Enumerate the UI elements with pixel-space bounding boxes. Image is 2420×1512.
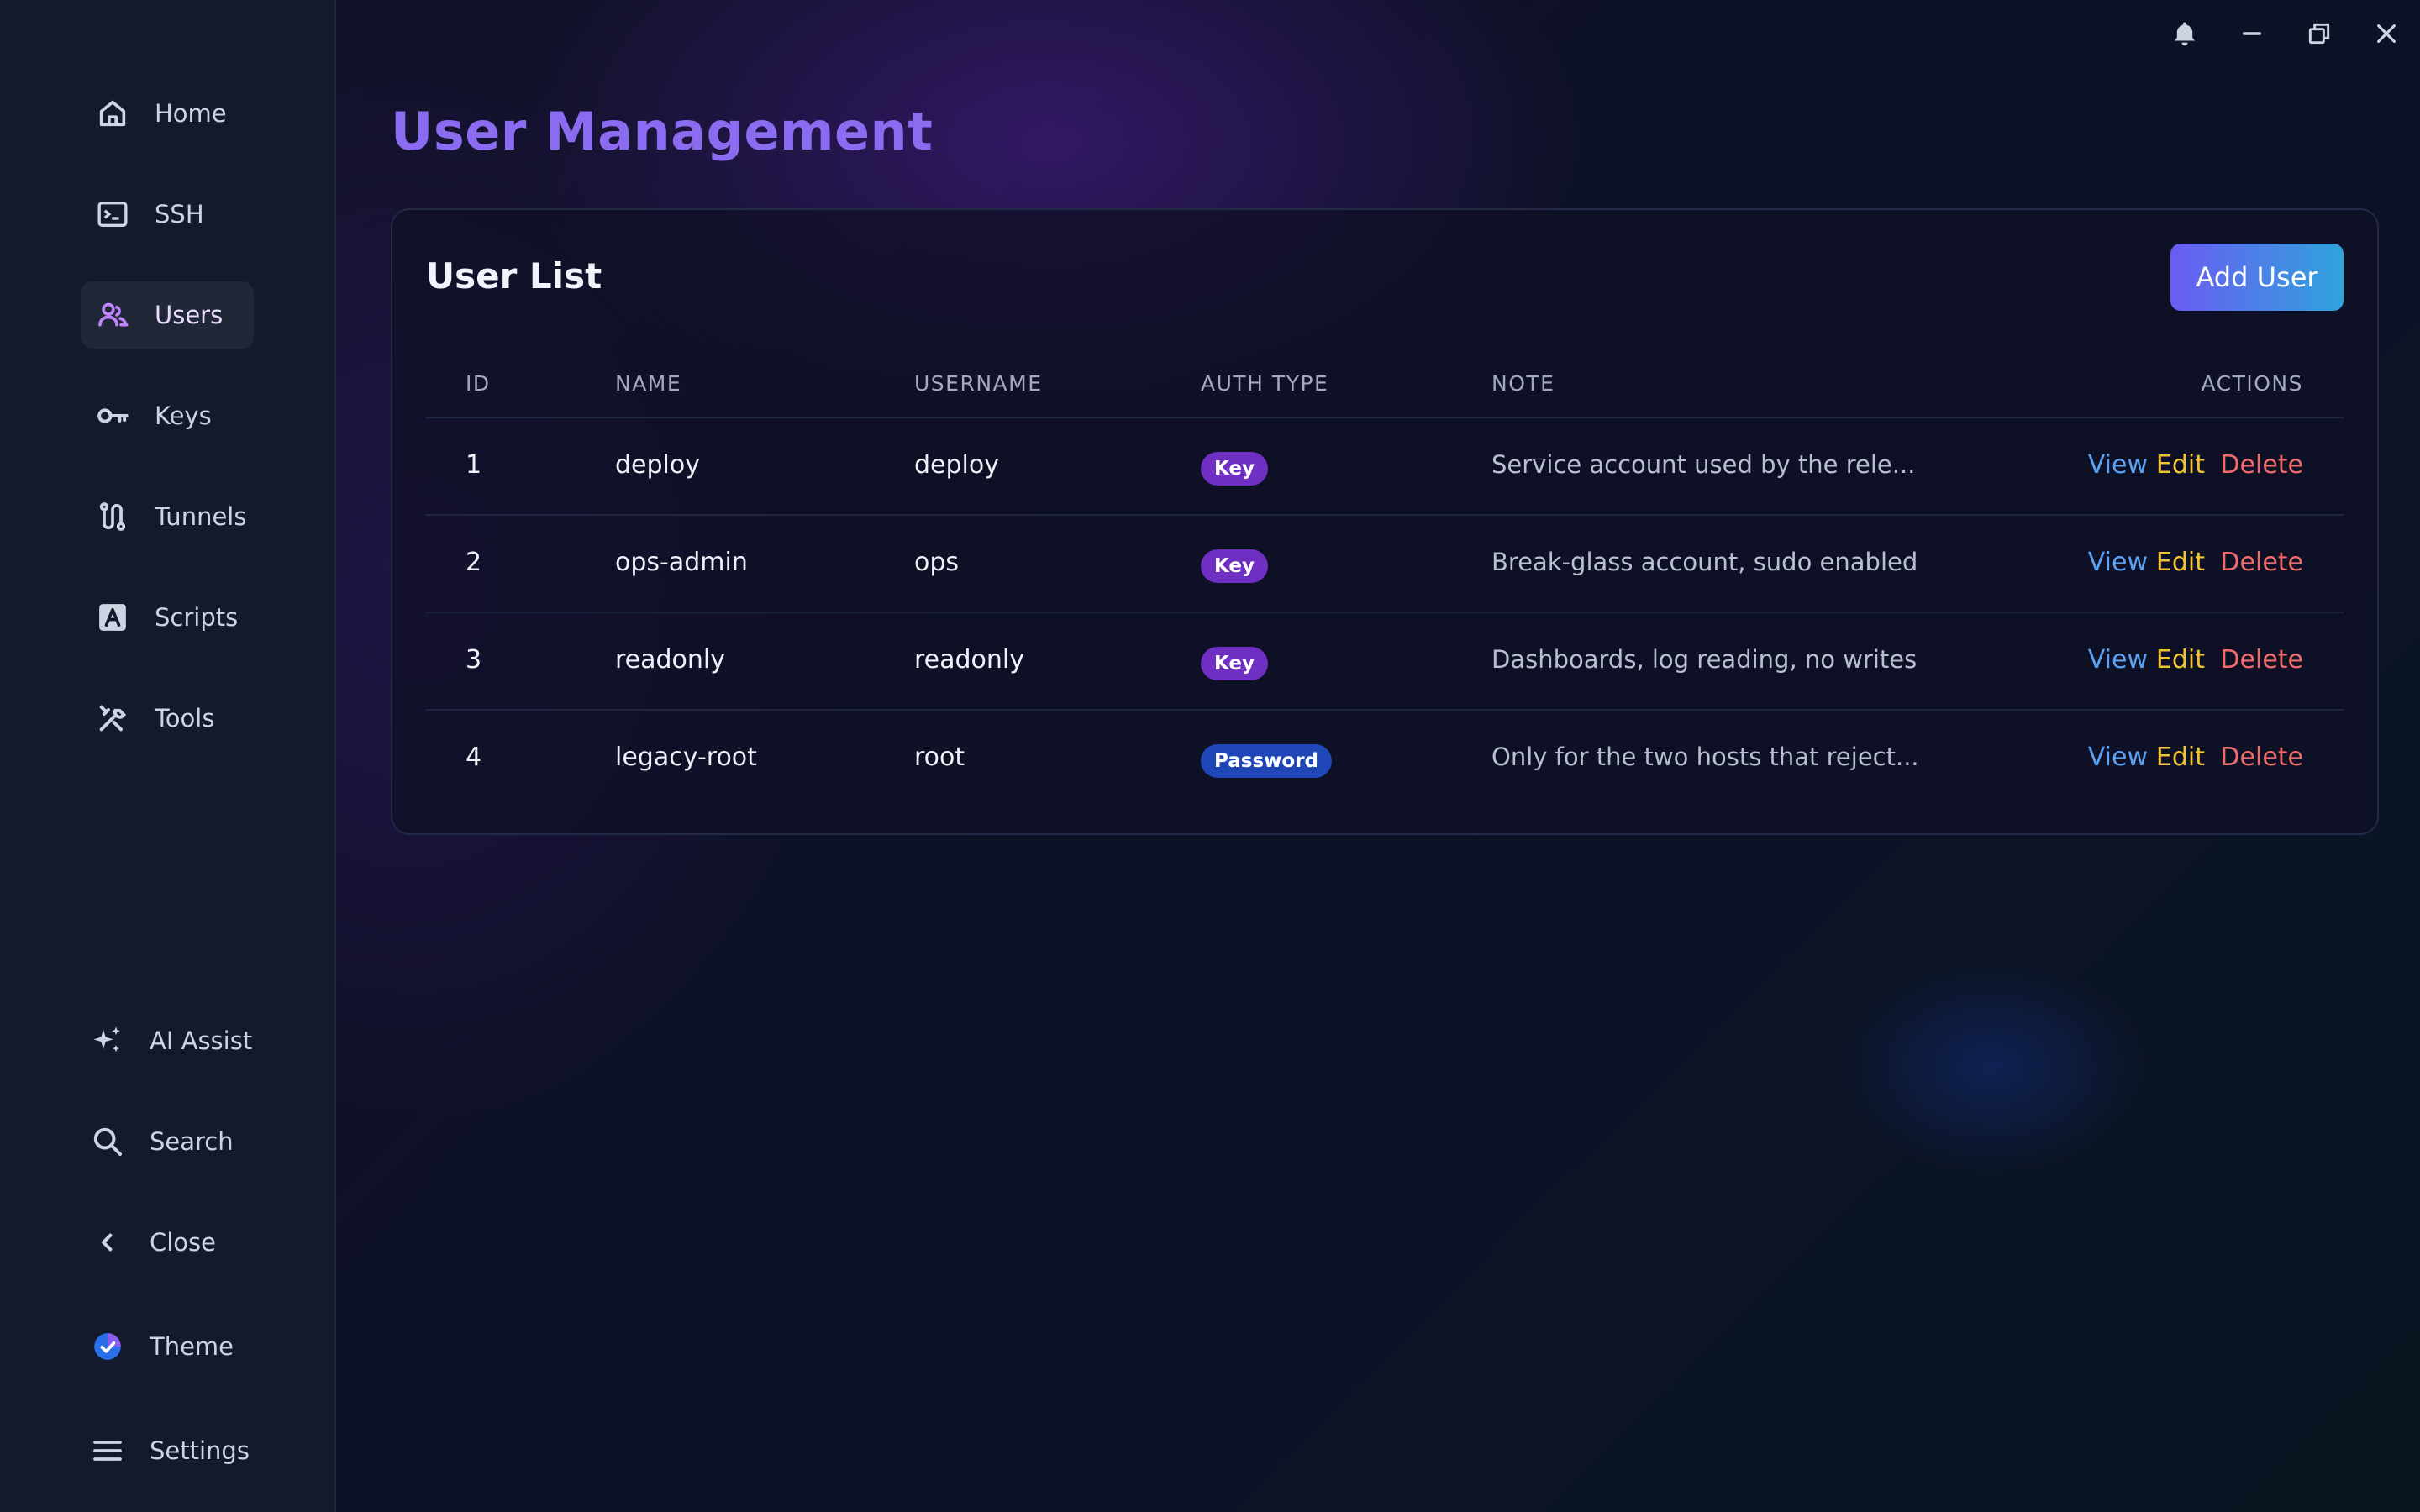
edit-link[interactable]: Edit <box>2156 548 2205 577</box>
cell-note: Only for the two hosts that reject... <box>1491 743 1919 771</box>
cell-note: Dashboards, log reading, no writes <box>1491 645 1918 674</box>
close-icon <box>2373 20 2400 47</box>
cell-username: root <box>914 743 965 772</box>
sidebar-item-label: Search <box>150 1127 234 1156</box>
sidebar-item-close[interactable]: Close <box>81 1209 254 1276</box>
minimize-button[interactable] <box>2235 17 2269 50</box>
table-row[interactable]: 4 legacy-root root Password Only for the… <box>426 711 2344 806</box>
script-icon <box>96 601 129 634</box>
close-window-button[interactable] <box>2370 17 2403 50</box>
cell-id: 1 <box>466 450 482 480</box>
cell-name: deploy <box>615 450 700 480</box>
sparkle-icon <box>91 1024 124 1058</box>
cell-note: Break-glass account, sudo enabled <box>1491 548 1918 576</box>
sidebar: Home SSH Users Keys Tunnels Scripts Tool… <box>0 0 336 1512</box>
cell-id: 4 <box>466 743 482 772</box>
sidebar-item-home[interactable]: Home <box>81 80 254 147</box>
edit-link[interactable]: Edit <box>2156 645 2205 675</box>
column-header-id[interactable]: ID <box>466 371 491 396</box>
sidebar-item-ai-assist[interactable]: AI Assist <box>81 1007 254 1074</box>
auth-type-badge: Key <box>1201 549 1269 583</box>
sidebar-item-settings[interactable]: Settings <box>81 1417 254 1484</box>
sidebar-item-ssh[interactable]: SSH <box>81 181 254 248</box>
cell-name: ops-admin <box>615 548 748 577</box>
restore-icon <box>2306 20 2333 47</box>
delete-link[interactable]: Delete <box>2220 743 2303 772</box>
cell-username: deploy <box>914 450 999 480</box>
view-link[interactable]: View <box>2088 743 2148 772</box>
table-row[interactable]: 1 deploy deploy Key Service account used… <box>426 418 2344 516</box>
sidebar-item-label: SSH <box>155 200 204 228</box>
auth-type-badge: Key <box>1201 452 1269 486</box>
view-link[interactable]: View <box>2088 548 2148 577</box>
sidebar-item-tunnels[interactable]: Tunnels <box>81 483 254 550</box>
sidebar-item-label: Close <box>150 1228 216 1257</box>
app-window: Home SSH Users Keys Tunnels Scripts Tool… <box>0 0 2420 1512</box>
delete-link[interactable]: Delete <box>2220 450 2303 480</box>
user-list-card: User List Add User ID NAME USERNAME AUTH… <box>391 208 2379 835</box>
column-header-username[interactable]: USERNAME <box>914 371 1043 396</box>
terminal-icon <box>96 197 129 231</box>
sidebar-item-keys[interactable]: Keys <box>81 382 254 449</box>
sidebar-item-users[interactable]: Users <box>81 281 254 349</box>
edit-link[interactable]: Edit <box>2156 743 2205 772</box>
users-icon <box>96 298 129 332</box>
search-icon <box>91 1125 124 1158</box>
notifications-button[interactable] <box>2168 17 2202 50</box>
sidebar-item-label: Keys <box>155 402 212 430</box>
users-table: ID NAME USERNAME AUTH TYPE NOTE ACTIONS … <box>426 353 2344 806</box>
sidebar-item-scripts[interactable]: Scripts <box>81 584 254 651</box>
column-header-auth-type[interactable]: AUTH TYPE <box>1201 371 1328 396</box>
cell-id: 2 <box>466 548 482 577</box>
delete-link[interactable]: Delete <box>2220 645 2303 675</box>
cell-name: readonly <box>615 645 726 675</box>
cell-username: readonly <box>914 645 1025 675</box>
sidebar-item-theme[interactable]: Theme <box>81 1313 254 1380</box>
restore-button[interactable] <box>2302 17 2336 50</box>
column-header-name[interactable]: NAME <box>615 371 681 396</box>
home-icon <box>96 97 129 130</box>
sidebar-item-label: Tunnels <box>155 502 247 531</box>
auth-type-badge: Password <box>1201 744 1332 778</box>
auth-type-badge: Key <box>1201 647 1269 680</box>
card-title: User List <box>426 255 602 297</box>
sidebar-item-label: Home <box>155 99 227 128</box>
tunnel-icon <box>96 500 129 533</box>
sidebar-item-label: Tools <box>155 704 215 732</box>
page-title: User Management <box>391 101 934 162</box>
key-icon <box>96 399 129 433</box>
theme-icon <box>91 1330 124 1363</box>
edit-link[interactable]: Edit <box>2156 450 2205 480</box>
sidebar-item-label: Scripts <box>155 603 239 632</box>
table-header: ID NAME USERNAME AUTH TYPE NOTE ACTIONS <box>426 353 2344 418</box>
sidebar-item-label: Settings <box>150 1436 250 1465</box>
column-header-note[interactable]: NOTE <box>1491 371 1555 396</box>
delete-link[interactable]: Delete <box>2220 548 2303 577</box>
cell-note: Service account used by the rele... <box>1491 450 1916 479</box>
bell-icon <box>2170 19 2199 48</box>
cell-name: legacy-root <box>615 743 757 772</box>
view-link[interactable]: View <box>2088 450 2148 480</box>
sidebar-item-search[interactable]: Search <box>81 1108 254 1175</box>
chevron-left-icon <box>91 1226 124 1259</box>
tools-icon <box>96 701 129 735</box>
sidebar-item-tools[interactable]: Tools <box>81 685 254 752</box>
sidebar-item-label: Users <box>155 301 224 329</box>
add-user-button[interactable]: Add User <box>2170 244 2344 311</box>
cell-username: ops <box>914 548 960 577</box>
sidebar-item-label: AI Assist <box>150 1026 253 1055</box>
table-row[interactable]: 3 readonly readonly Key Dashboards, log … <box>426 613 2344 711</box>
column-header-actions: ACTIONS <box>2201 371 2303 396</box>
table-row[interactable]: 2 ops-admin ops Key Break-glass account,… <box>426 516 2344 613</box>
minimize-icon <box>2238 20 2265 47</box>
menu-icon <box>91 1434 124 1467</box>
sidebar-item-label: Theme <box>150 1332 234 1361</box>
cell-id: 3 <box>466 645 482 675</box>
view-link[interactable]: View <box>2088 645 2148 675</box>
